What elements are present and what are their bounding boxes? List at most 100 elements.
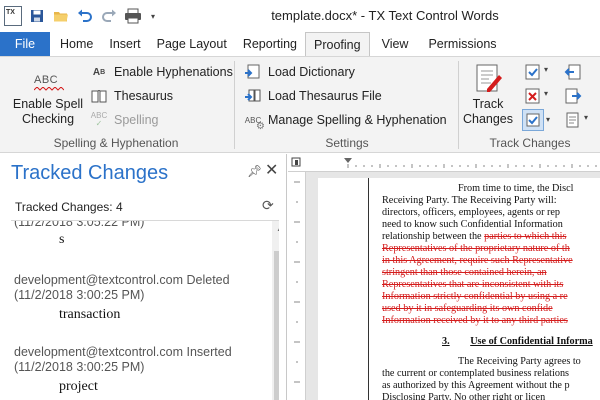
change-author-action: development@textcontrol.com Inserted [14,345,232,359]
track-changes-button[interactable]: Track Changes [462,63,514,127]
heading-number: 3. [442,336,450,347]
load-thesaurus-icon [244,87,262,105]
list-item[interactable]: (11/2/2018 3:05:22 PM) s [14,220,145,247]
deleted-line: Information received by it to any third … [382,315,568,326]
refresh-icon[interactable]: ⟳ [262,197,274,214]
change-word: s [59,232,65,247]
page-margin-line [368,178,369,400]
document-line: directors, officers, employees, agents o… [382,207,561,218]
spelling-label: Spelling [114,113,159,127]
next-change-icon[interactable] [564,87,582,105]
document-line: Receiving Party. The Receiving Party wil… [382,195,557,206]
track-label-2: Changes [462,112,514,126]
load-dictionary-button[interactable]: Load Dictionary [244,63,355,81]
tab-view[interactable]: View [370,32,417,56]
enable-hyphenations-label: Enable Hyphenations [114,65,233,79]
group-separator [458,61,459,149]
deleted-text: parties to which this [484,231,567,242]
document-line: as authorized by this Agreement without … [382,380,570,391]
manage-spelling-gear-icon: ABC ⚙ [244,115,265,133]
thesaurus-label: Thesaurus [114,89,174,103]
load-dictionary-icon [244,63,262,81]
tab-reporting[interactable]: Reporting [235,32,305,56]
track-changes-group: Track Changes ▾ ▾ ▾ ▾ Track Changes [460,57,600,153]
list-item[interactable]: development@textcontrol.com Deleted (11/… [14,273,230,322]
abc-icon-text: ABC [34,74,59,86]
track-changes-icon [462,63,514,97]
deleted-line: Representatives of the proprietary natur… [382,243,570,254]
reject-change-icon[interactable] [524,87,542,105]
enable-spell-label-1: Enable Spell [12,97,84,111]
spell-check-abc-icon: ABC [10,67,86,97]
enable-spell-label-2: Checking [21,112,75,126]
change-timestamp: (11/2/2018 3:00:25 PM) [14,360,145,374]
manage-spelling-label: Manage Spelling & Hyphenation [268,113,447,127]
group-separator [234,61,235,149]
manage-spelling-hyphenation-button[interactable]: ABC ⚙ Manage Spelling & Hyphenation [244,111,447,133]
document-line: Disclosing Party. No other right or lice… [382,392,546,400]
document-line: From time to time, the Discl [458,183,574,194]
options-dropdown-icon[interactable]: ▾ [584,113,588,122]
thesaurus-button[interactable]: Thesaurus [90,87,173,105]
enable-hyphenations-button[interactable]: AB Enable Hyphenations [90,63,233,81]
scroll-up-icon[interactable]: ▲ [272,221,279,237]
settings-group: Load Dictionary Load Thesaurus File ABC ⚙… [236,57,458,153]
pin-icon[interactable]: 📌︎ [247,164,262,178]
tab-permissions[interactable]: Permissions [416,32,504,56]
ribbon-tabs: File Home Insert Page Layout Reporting P… [0,32,600,56]
tab-insert[interactable]: Insert [101,32,148,56]
document-line: need to know such Confidential Informati… [382,219,563,230]
thesaurus-book-icon [90,87,108,105]
deleted-line: in this Agreement, require such Represen… [382,255,573,266]
tab-page-layout[interactable]: Page Layout [149,32,235,56]
close-icon[interactable]: ✕ [265,160,278,180]
tab-home[interactable]: Home [50,32,101,56]
previous-change-icon[interactable] [564,63,582,81]
hyphenation-icon: AB [92,66,106,78]
panel-title: Tracked Changes [11,162,169,184]
document-line-text: relationship between the [382,231,485,242]
list-item[interactable]: development@textcontrol.com Inserted (11… [14,345,232,394]
spelling-check-icon: ABC ✓ [90,111,108,128]
tracked-changes-list: (11/2/2018 3:05:22 PM) s development@tex… [11,220,279,400]
deleted-line: stringent than those contained herein, a… [382,267,547,278]
enable-spell-checking-button[interactable]: ABC Enable Spell Checking [10,67,86,127]
vertical-ruler[interactable] [288,172,306,400]
track-label-1: Track [472,97,504,111]
spelling-button[interactable]: ABC ✓ Spelling [90,111,159,129]
scroll-thumb[interactable] [274,251,279,400]
show-markup-icon[interactable] [522,109,544,131]
tab-file[interactable]: File [0,32,50,56]
spelling-hyphenation-group: ABC Enable Spell Checking AB Enable Hyph… [0,57,233,153]
panel-scrollbar[interactable]: ▲ [272,221,279,400]
tracked-changes-panel: Tracked Changes 📌︎ ✕ Tracked Changes: 4 … [0,154,287,400]
accept-dropdown-icon[interactable]: ▾ [544,65,548,74]
document-options-icon[interactable] [564,111,582,129]
load-thesaurus-label: Load Thesaurus File [268,89,382,103]
change-word: project [59,379,98,394]
window-title: template.docx* - TX Text Control Words [271,8,499,23]
tracked-changes-count: Tracked Changes: 4 [15,200,123,214]
change-timestamp: (11/2/2018 3:05:22 PM) [14,220,145,229]
title-bar: TX ▾ template.docx* - TX Text Control Wo… [0,0,600,32]
document-area[interactable]: From time to time, the Discl Receiving P… [288,154,600,400]
document-page[interactable]: From time to time, the Discl Receiving P… [318,178,600,400]
reject-dropdown-icon[interactable]: ▾ [544,89,548,98]
deleted-line: Representatives that are inconsistent wi… [382,279,564,290]
heading-text: Use of Confidential Informa [470,336,593,347]
section-heading: 3. Use of Confidential Informa [442,336,593,348]
tab-proofing[interactable]: Proofing [305,32,370,56]
document-line: The Receiving Party agrees to [458,356,581,367]
change-timestamp: (11/2/2018 3:00:25 PM) [14,288,145,302]
document-line: relationship between the parties to whic… [382,231,566,243]
accept-change-icon[interactable] [524,63,542,81]
load-thesaurus-file-button[interactable]: Load Thesaurus File [244,87,382,105]
settings-group-label: Settings [325,136,369,150]
ribbon: ABC Enable Spell Checking AB Enable Hyph… [0,56,600,153]
markup-dropdown-icon[interactable]: ▾ [546,115,550,124]
spelling-group-label: Spelling & Hyphenation [53,136,179,150]
horizontal-ruler[interactable] [288,154,600,172]
load-dictionary-label: Load Dictionary [268,65,355,79]
deleted-line: Information strictly confidential by usi… [382,291,568,302]
deleted-line: used by it in safeguarding its own confi… [382,303,553,314]
